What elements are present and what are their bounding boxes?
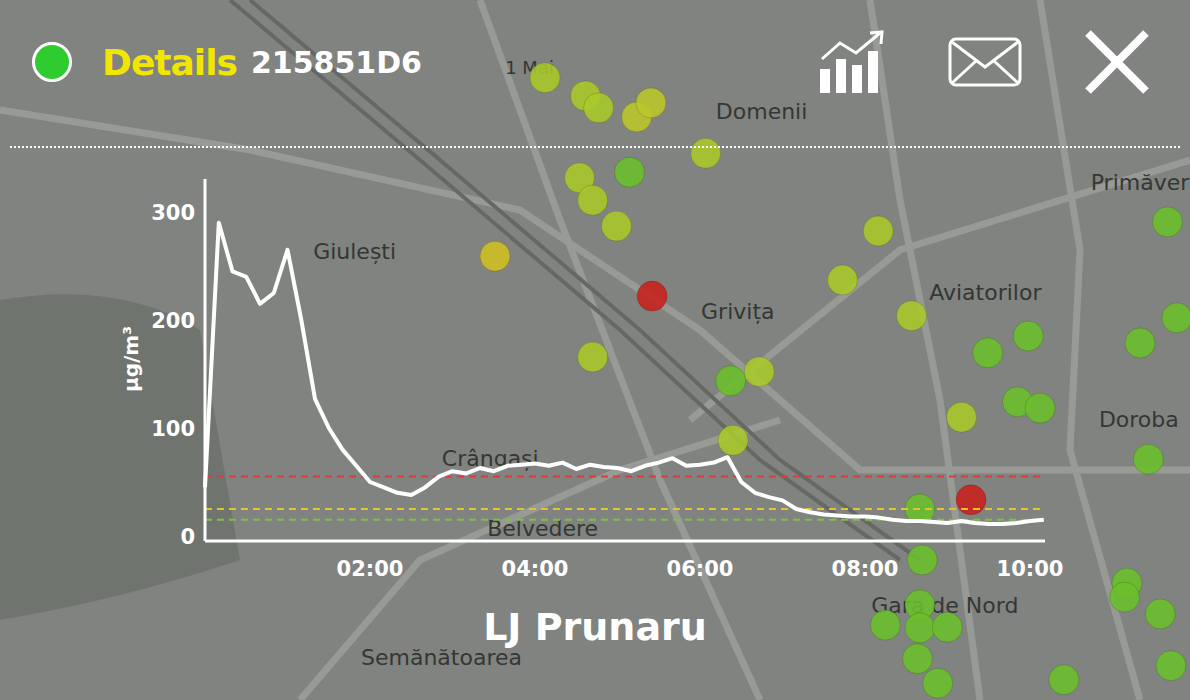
streets bbox=[0, 0, 1190, 700]
series-line bbox=[205, 223, 1044, 524]
sensor-marker[interactable] bbox=[1145, 599, 1175, 629]
threshold-line bbox=[205, 508, 1045, 510]
map-ground bbox=[0, 0, 1190, 700]
sensor-marker[interactable] bbox=[902, 644, 932, 674]
sensor-marker[interactable] bbox=[1156, 651, 1186, 681]
divider bbox=[10, 146, 1180, 148]
sensor-marker[interactable] bbox=[578, 342, 608, 372]
y-tick: 0 bbox=[180, 525, 195, 549]
y-tick: 200 bbox=[151, 309, 195, 333]
header: Details 215851D6 bbox=[0, 0, 1190, 124]
sensor-marker[interactable] bbox=[905, 613, 935, 643]
x-tick: 10:00 bbox=[997, 557, 1064, 581]
sensor-marker[interactable] bbox=[744, 357, 774, 387]
sensor-marker[interactable] bbox=[716, 366, 746, 396]
sensor-marker[interactable] bbox=[907, 545, 937, 575]
sensor-marker[interactable] bbox=[1013, 321, 1043, 351]
sensor-id: 215851D6 bbox=[251, 45, 422, 80]
status-dot bbox=[32, 42, 72, 82]
sensor-marker[interactable] bbox=[691, 138, 721, 168]
sensor-marker[interactable] bbox=[718, 425, 748, 455]
x-tick: 08:00 bbox=[832, 557, 899, 581]
x-tick: 02:00 bbox=[337, 557, 404, 581]
sensor-marker[interactable] bbox=[897, 301, 927, 331]
chart: µg/m³ 300 200 100 0 02:00 04:00 06:00 08:00 10:00 bbox=[110, 159, 1070, 589]
sensor-marker[interactable] bbox=[584, 93, 614, 123]
screen: 1 MaiDomeniiPrimăverGiuleștiGrivițaAviat… bbox=[0, 0, 1190, 700]
sensor-marker[interactable] bbox=[1025, 393, 1055, 423]
sensor-marker[interactable] bbox=[578, 185, 608, 215]
details-panel: Details 215851D6 µg/m³ 300 200 100 0 02:00 04:00… bbox=[0, 0, 1190, 700]
sensor-marker[interactable] bbox=[480, 241, 510, 271]
x-axis bbox=[205, 540, 1045, 543]
x-tick: 04:00 bbox=[502, 557, 569, 581]
sensor-marker[interactable] bbox=[530, 63, 560, 93]
sensor-marker[interactable] bbox=[947, 402, 977, 432]
sensor-marker[interactable] bbox=[973, 338, 1003, 368]
sensor-marker[interactable] bbox=[1152, 207, 1182, 237]
sensor-marker[interactable] bbox=[601, 211, 631, 241]
sensor-marker[interactable] bbox=[1125, 328, 1155, 358]
sensor-marker[interactable] bbox=[932, 612, 962, 642]
sensor-marker[interactable] bbox=[828, 265, 858, 295]
title: Details bbox=[102, 42, 237, 83]
sensor-marker[interactable] bbox=[923, 668, 953, 698]
sensor-marker[interactable] bbox=[636, 88, 666, 118]
envelope-icon[interactable] bbox=[948, 37, 1022, 87]
sensor-marker[interactable] bbox=[637, 281, 667, 311]
sensor-marker[interactable] bbox=[1110, 582, 1140, 612]
y-tick: 100 bbox=[151, 417, 195, 441]
y-tick: 300 bbox=[151, 201, 195, 225]
sensor-marker[interactable] bbox=[1162, 303, 1190, 333]
threshold-line bbox=[205, 476, 1045, 478]
map[interactable]: 1 MaiDomeniiPrimăverGiuleștiGrivițaAviat… bbox=[0, 0, 1190, 700]
sensor-marker[interactable] bbox=[1049, 665, 1079, 695]
sensor-marker[interactable] bbox=[956, 485, 986, 515]
sensor-marker[interactable] bbox=[615, 157, 645, 187]
chart-icon[interactable] bbox=[818, 29, 890, 95]
x-tick: 06:00 bbox=[667, 557, 734, 581]
close-icon[interactable] bbox=[1084, 29, 1150, 95]
station-name: LJ Prunaru bbox=[0, 603, 1190, 651]
sensor-marker[interactable] bbox=[1133, 444, 1163, 474]
map-shade bbox=[0, 0, 1190, 700]
y-axis-label: µg/m³ bbox=[119, 326, 143, 392]
sensor-marker[interactable] bbox=[863, 216, 893, 246]
sensor-marker[interactable] bbox=[870, 610, 900, 640]
